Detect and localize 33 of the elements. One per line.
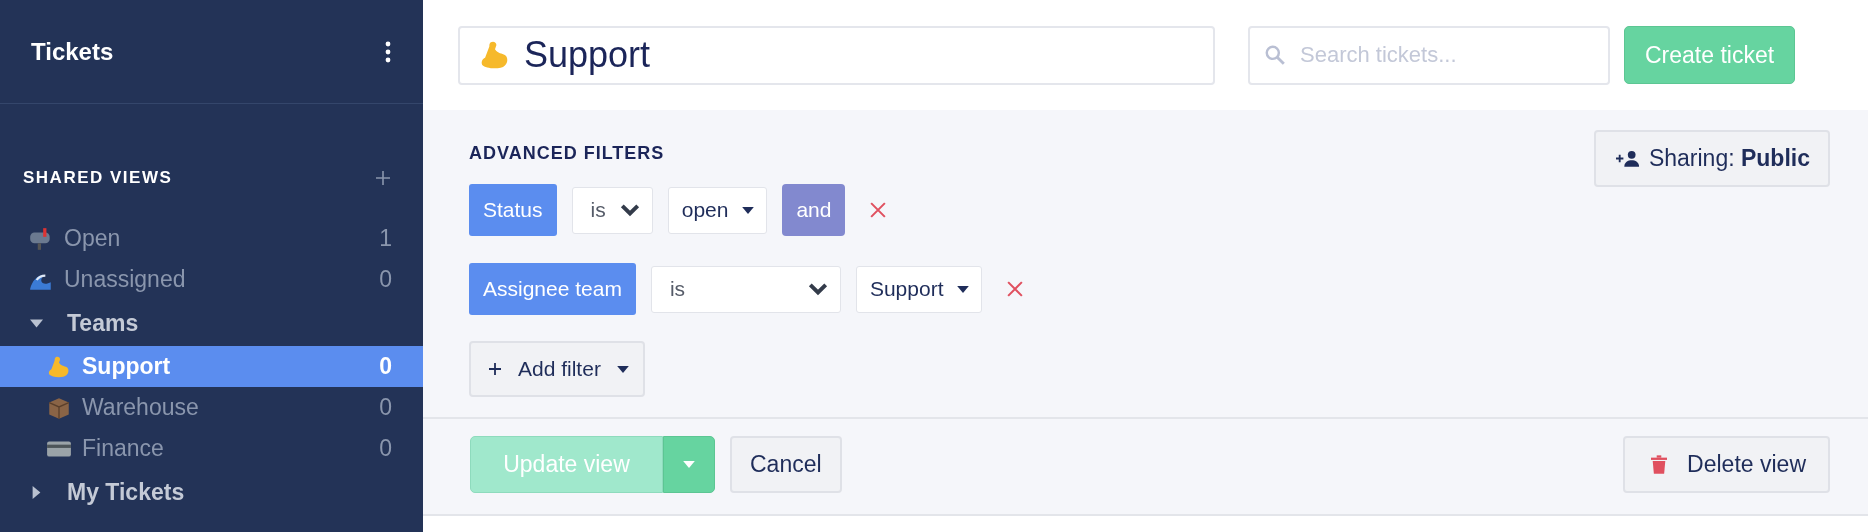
operator-select[interactable]: is [571,186,653,234]
delete-view-button[interactable]: Delete view [1623,436,1830,493]
add-filter-button[interactable]: Add filter [469,341,645,397]
chevron-down-icon [619,203,640,217]
value-dropdown[interactable]: Support [855,265,983,313]
section-title: SHARED VIEWS [23,168,173,188]
trash-icon [1651,455,1668,474]
sidebar-item[interactable]: Warehouse 0 [0,387,423,428]
sharing-button[interactable]: Sharing: Public [1593,130,1830,187]
caret-icon [742,206,755,214]
caret-icon [683,461,695,468]
sidebar-item[interactable]: Open 1 [0,218,423,259]
tree-group[interactable]: My Tickets [0,469,423,515]
add-person-icon [1615,150,1640,167]
sidebar-item[interactable]: Finance 0 [0,428,423,469]
remove-filter-icon[interactable] [870,202,887,218]
plus-icon [488,362,502,376]
filters-title: ADVANCED FILTERS [469,143,666,164]
sidebar-title: Tickets [31,37,114,66]
tree-group[interactable]: Teams [0,300,423,346]
caret-icon [616,365,629,373]
chevron-down-icon [807,282,828,296]
value-dropdown[interactable]: open [667,186,768,234]
more-options-icon[interactable] [385,40,391,63]
sidebar-item[interactable]: Unassigned 0 [0,259,423,300]
search-icon [1264,43,1286,66]
add-icon[interactable] [375,170,391,186]
caret-icon [957,285,970,293]
view-name-field[interactable]: Support [458,25,1215,85]
cancel-button[interactable]: Cancel [730,436,842,493]
remove-filter-icon[interactable] [1007,281,1024,297]
operator-select[interactable]: is [650,265,841,313]
search-field[interactable]: Search tickets... [1248,25,1610,85]
